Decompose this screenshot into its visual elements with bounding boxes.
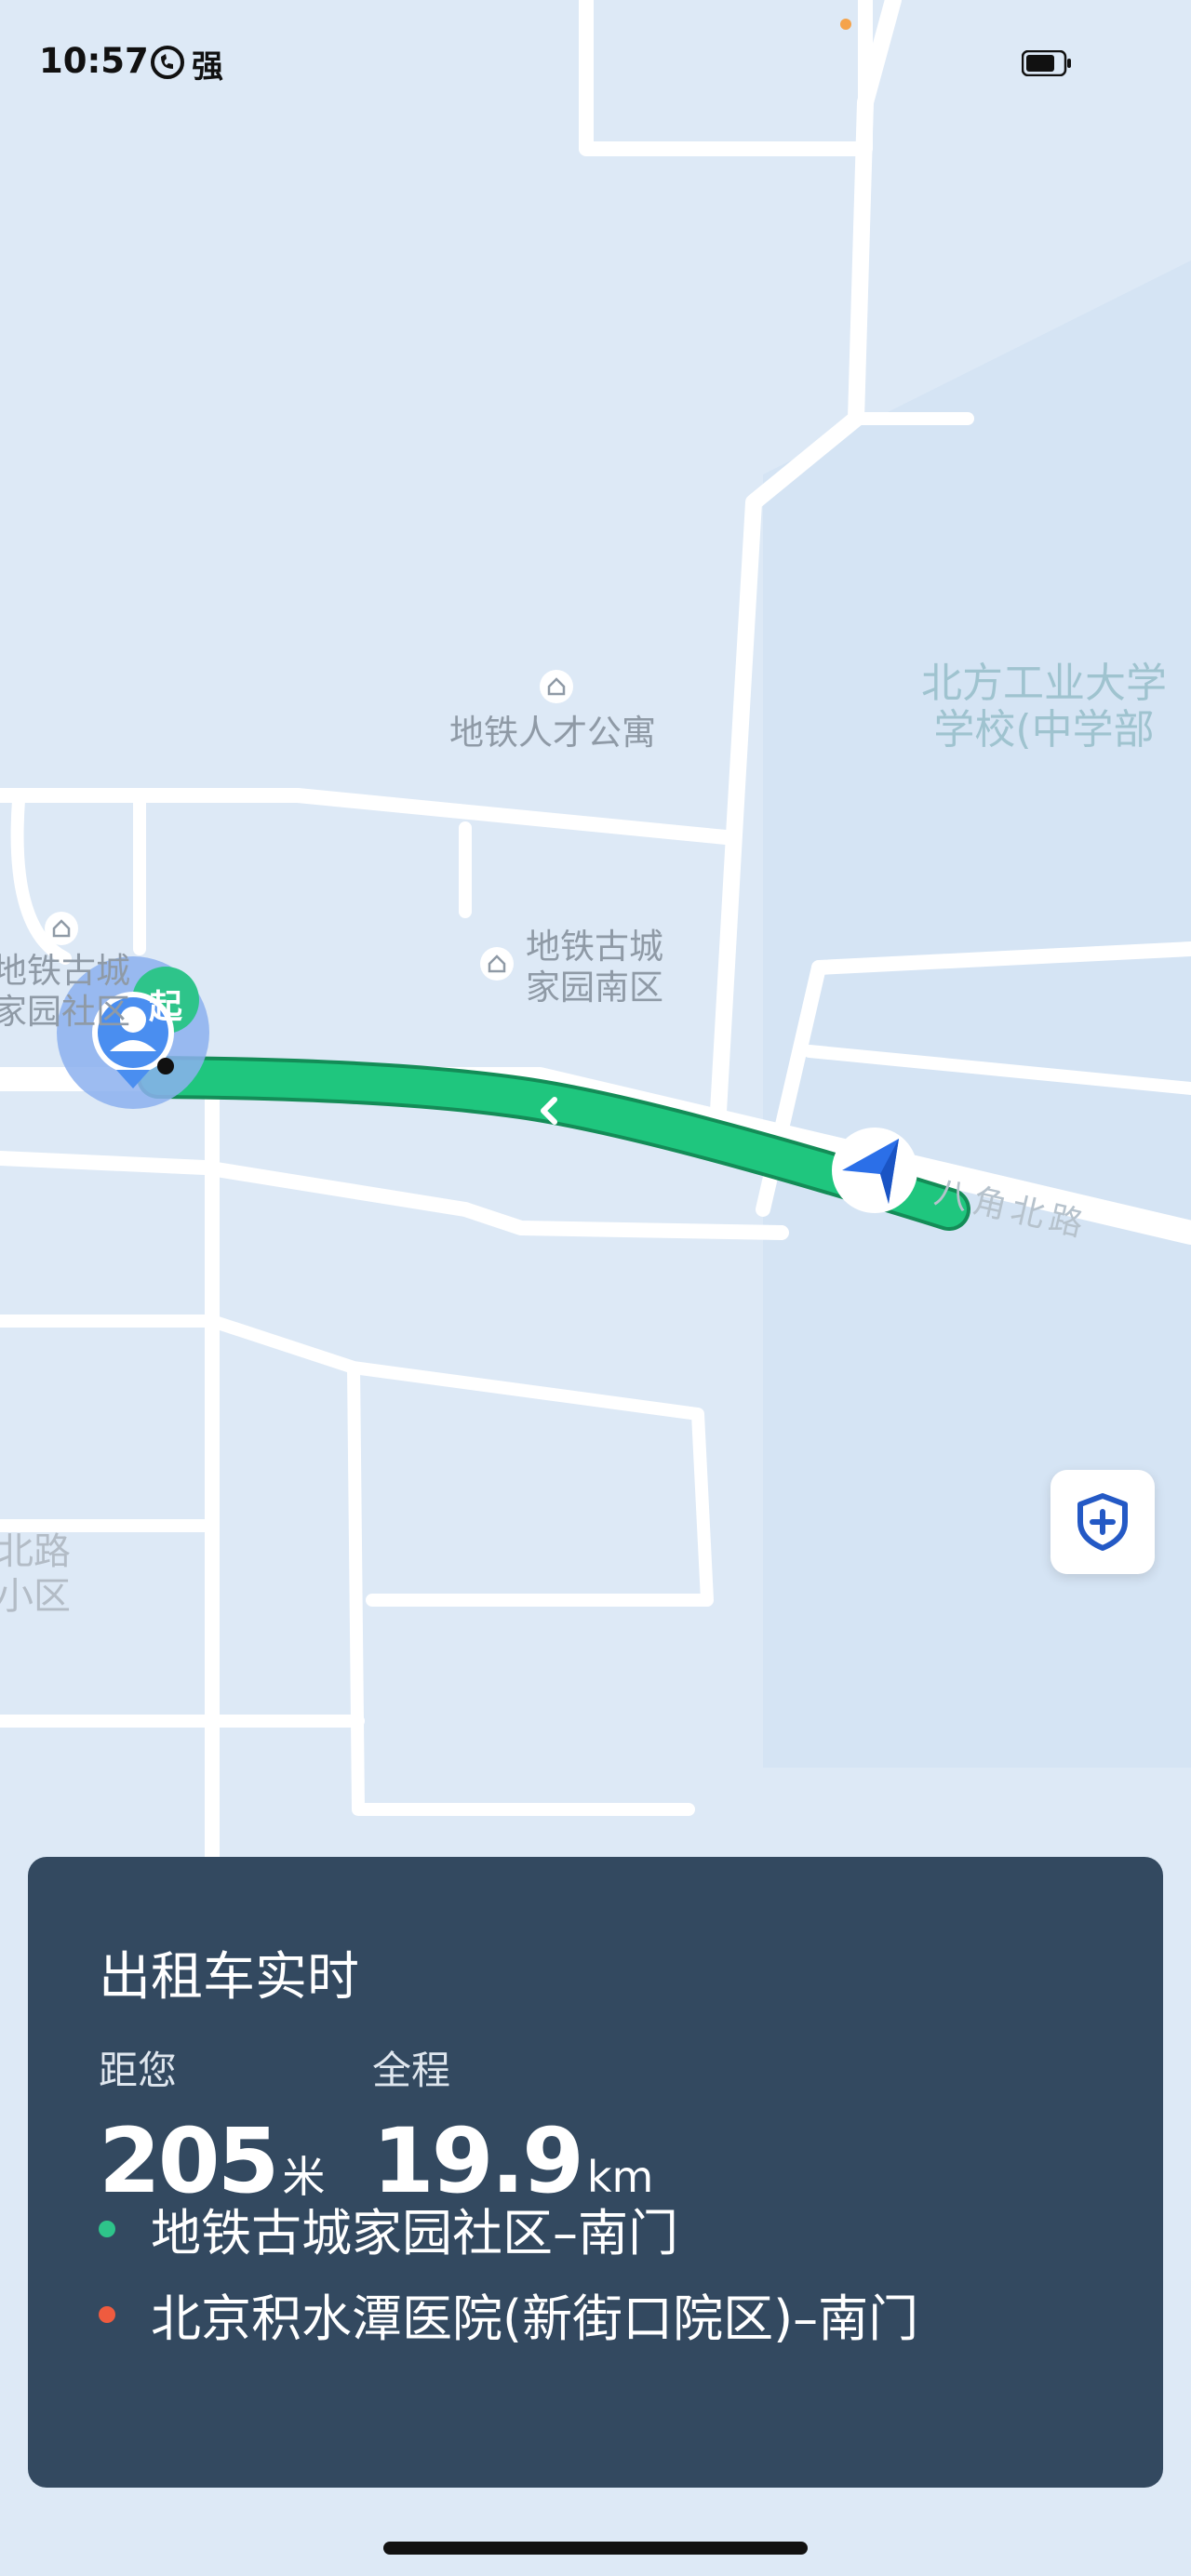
- destination-row: 北京积水潭医院(新街口院区)–南门: [99, 2277, 918, 2351]
- origin-row: 地铁古城家园社区–南门: [99, 2192, 678, 2265]
- signal-indicator: 强: [149, 41, 223, 87]
- start-marker-label: 起: [149, 988, 183, 1026]
- trip-info-card[interactable]: 出租车实时 距您 205 米 全程 19.9 km 地铁古城家园社区–南门 北京积水…: [28, 1857, 1163, 2488]
- card-title: 出租车实时: [99, 1947, 359, 2008]
- map-label-gucheng-community: 地铁古城 家园社区: [0, 951, 130, 1032]
- origin-dot-icon: [99, 2220, 115, 2237]
- vehicle-marker: [832, 1128, 917, 1213]
- poi-home-icon: [540, 670, 573, 703]
- status-bar: 10:57 强: [0, 0, 1191, 121]
- home-indicator[interactable]: [383, 2542, 808, 2555]
- battery-icon: [1022, 50, 1071, 76]
- map-label-gucheng-south: 地铁古城 家园南区: [526, 927, 663, 1008]
- shield-plus-icon: [1077, 1493, 1128, 1551]
- total-label: 全程: [372, 2048, 451, 2093]
- destination-dot-icon: [99, 2305, 115, 2323]
- poi-home-icon: [480, 947, 514, 981]
- distance-label: 距您: [99, 2048, 178, 2093]
- poi-home-icon: [45, 912, 78, 945]
- hd-call-icon: [149, 44, 186, 85]
- signal-text: 强: [192, 48, 223, 86]
- privacy-indicator-dot: [840, 19, 851, 30]
- map-label-subway-talent: 地铁人才公寓: [449, 713, 656, 753]
- status-time: 10:57: [39, 41, 149, 81]
- map-label-ncut-school: 北方工业大学 学校(中学部: [921, 660, 1167, 754]
- origin-address: 地铁古城家园社区–南门: [151, 2204, 678, 2262]
- map-label-north-road: 北路 小区: [0, 1530, 71, 1618]
- destination-address: 北京积水潭医院(新街口院区)–南门: [151, 2289, 919, 2348]
- safety-button[interactable]: [1050, 1470, 1155, 1574]
